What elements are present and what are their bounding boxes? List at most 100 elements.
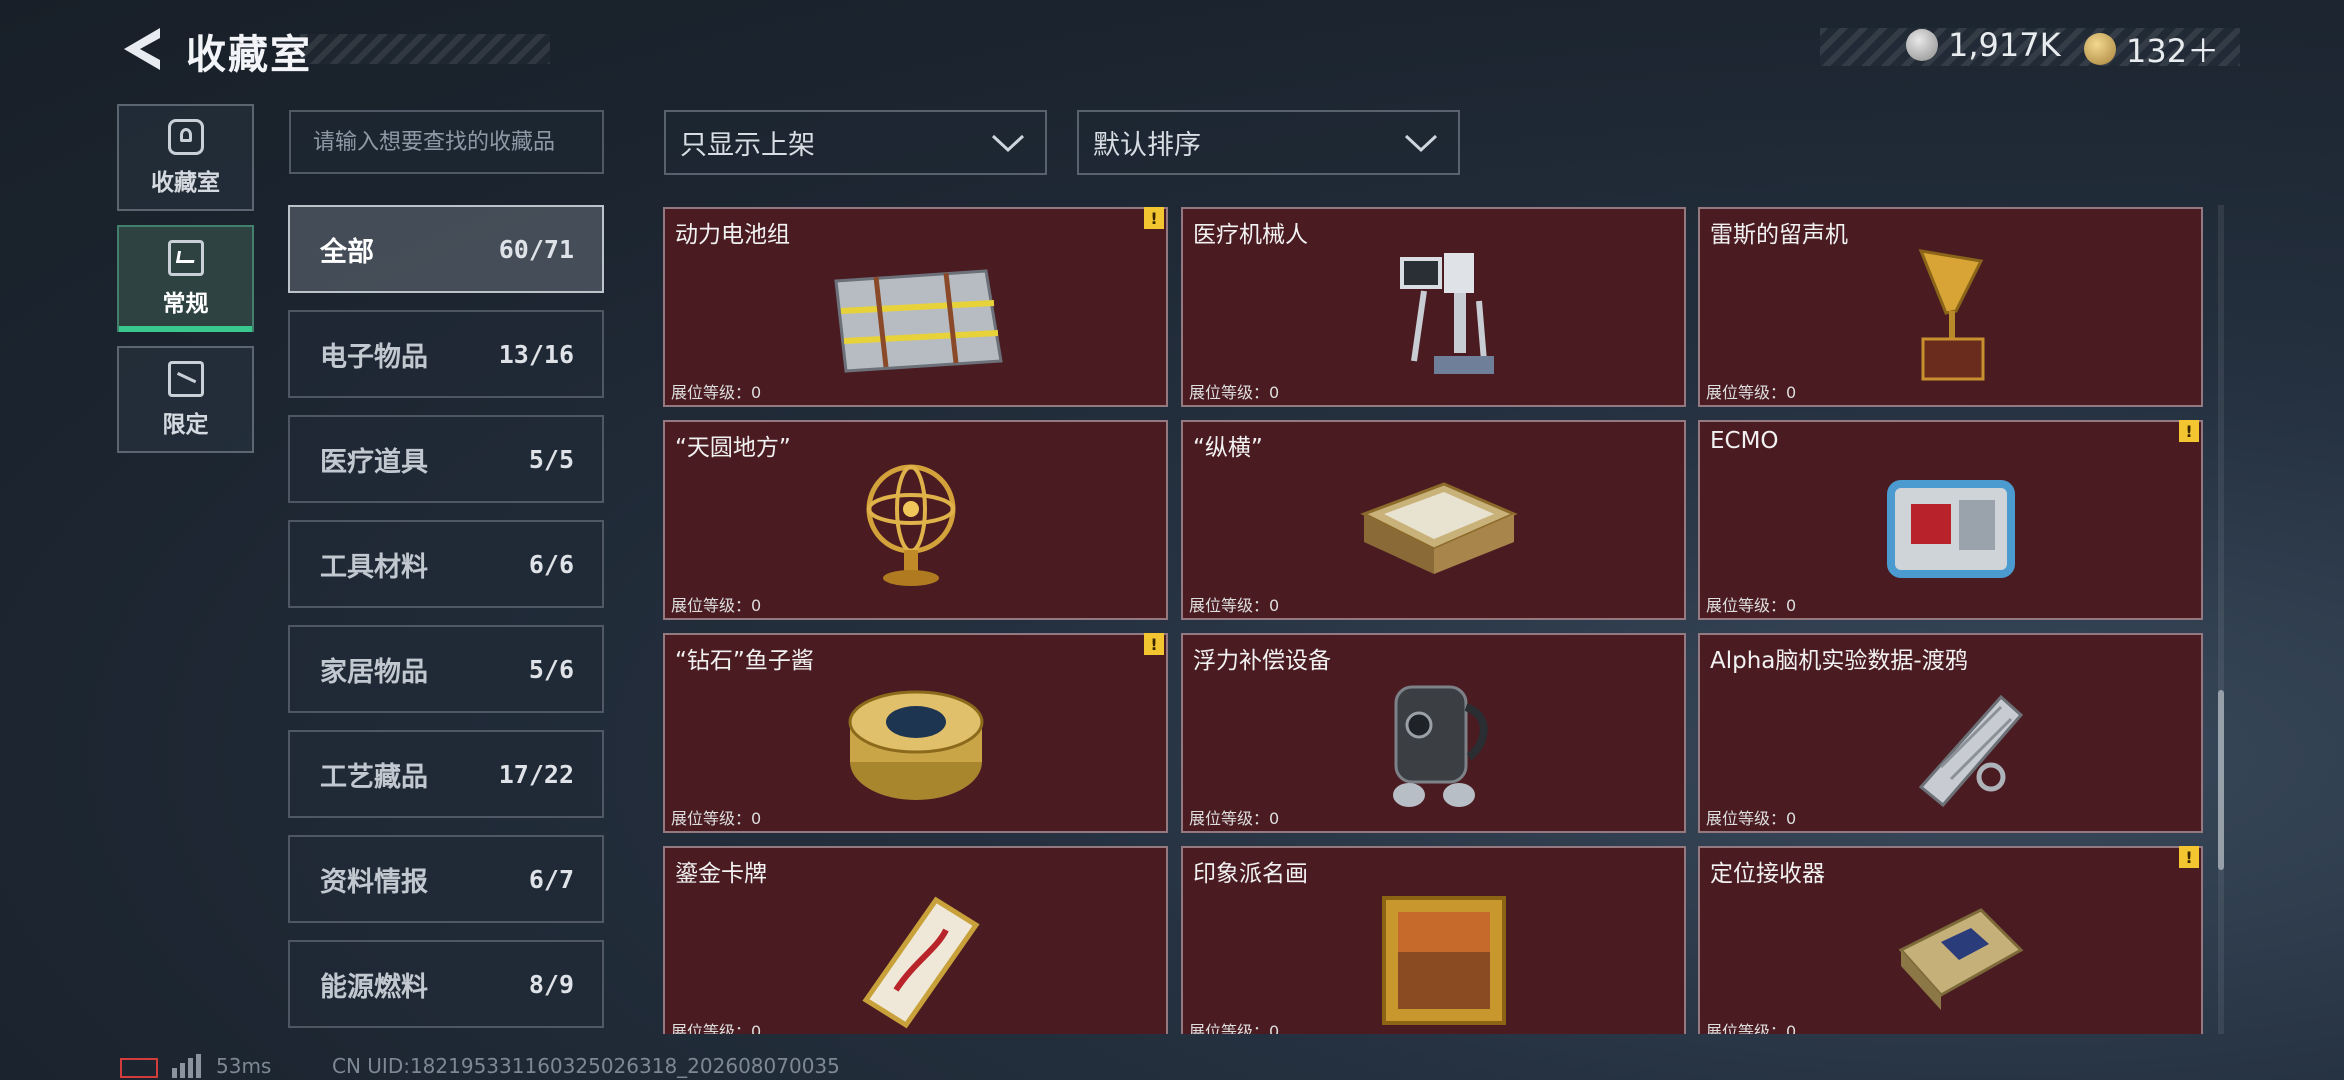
category-label: 能源燃料 bbox=[320, 971, 428, 1003]
silver-amount: 1,917K bbox=[1948, 26, 2061, 64]
category-energy[interactable]: 能源燃料 8/9 bbox=[288, 940, 604, 1028]
item-card[interactable]: 雷斯的留声机 展位等级：0 bbox=[1698, 207, 2203, 407]
display-level: 展位等级：0 bbox=[1706, 809, 1797, 828]
search-input[interactable] bbox=[289, 110, 604, 174]
locator-receiver-icon bbox=[1898, 908, 2023, 1010]
warning-icon: ! bbox=[2179, 420, 2199, 442]
category-count: 13/16 bbox=[498, 339, 574, 369]
display-level: 展位等级：0 bbox=[671, 596, 762, 615]
display-level: 展位等级：0 bbox=[1706, 596, 1797, 615]
item-name: 鎏金卡牌 bbox=[675, 861, 767, 887]
back-button[interactable] bbox=[112, 22, 172, 76]
chevron-down-icon bbox=[1404, 134, 1438, 152]
gilded-card-icon bbox=[861, 896, 980, 1029]
category-count: 17/22 bbox=[498, 759, 574, 789]
data-canister-icon bbox=[1918, 694, 2023, 808]
limited-icon bbox=[167, 360, 204, 397]
page-title: 收藏室 bbox=[186, 32, 312, 78]
category-count: 5/6 bbox=[528, 654, 574, 684]
chess-box-icon bbox=[1359, 482, 1518, 574]
category-medical[interactable]: 医疗道具 5/5 bbox=[288, 415, 604, 503]
silver-coin-icon bbox=[1906, 29, 1938, 61]
display-filter-value: 只显示上架 bbox=[680, 130, 815, 161]
caviar-tin-icon bbox=[848, 690, 983, 800]
armillary-sphere-icon bbox=[866, 464, 955, 586]
tab-limited[interactable]: 限定 bbox=[117, 346, 254, 453]
tab-collection[interactable]: 收藏室 bbox=[117, 104, 254, 211]
regular-icon bbox=[167, 239, 204, 276]
category-count: 60/71 bbox=[498, 234, 574, 264]
battery-icon bbox=[120, 1058, 158, 1078]
ping-text: 53ms bbox=[216, 1054, 272, 1078]
battery-pack-icon bbox=[833, 269, 1003, 373]
category-count: 6/7 bbox=[528, 864, 574, 894]
currency-silver: 1,917K bbox=[1906, 26, 2061, 64]
item-name: “纵横” bbox=[1193, 435, 1263, 461]
item-name: “天圆地方” bbox=[675, 435, 791, 461]
item-card[interactable]: Alpha脑机实验数据-渡鸦 展位等级：0 bbox=[1698, 633, 2203, 833]
item-card[interactable]: 鎏金卡牌 展位等级：0 bbox=[663, 846, 1168, 1034]
category-label: 工具材料 bbox=[320, 551, 428, 583]
item-card[interactable]: “纵横” 展位等级：0 bbox=[1181, 420, 1686, 620]
sort-dropdown[interactable]: 默认排序 bbox=[1077, 110, 1460, 175]
category-count: 5/5 bbox=[528, 444, 574, 474]
display-level: 展位等级：0 bbox=[671, 383, 762, 402]
scrollbar-track[interactable] bbox=[2218, 205, 2224, 1034]
item-name: “钻石”鱼子酱 bbox=[675, 648, 814, 674]
category-label: 全部 bbox=[320, 236, 374, 268]
tab-regular[interactable]: 常规 bbox=[117, 225, 254, 332]
category-label: 工艺藏品 bbox=[320, 761, 428, 793]
item-name: 浮力补偿设备 bbox=[1193, 648, 1331, 674]
category-tools[interactable]: 工具材料 6/6 bbox=[288, 520, 604, 608]
category-label: 资料情报 bbox=[320, 866, 428, 898]
item-name: 雷斯的留声机 bbox=[1710, 222, 1848, 248]
category-crafts[interactable]: 工艺藏品 17/22 bbox=[288, 730, 604, 818]
item-grid: 动力电池组 展位等级：0 ! 医疗机械人 展位等级：0 雷斯的留声机 展位等级：… bbox=[660, 205, 2205, 1034]
warning-icon: ! bbox=[2179, 846, 2199, 868]
chevron-down-icon bbox=[991, 134, 1025, 152]
item-card[interactable]: 印象派名画 展位等级：0 bbox=[1181, 846, 1686, 1034]
back-arrow-icon bbox=[124, 28, 160, 70]
medical-robot-icon bbox=[1399, 253, 1494, 374]
category-label: 家居物品 bbox=[320, 656, 428, 688]
item-card[interactable]: 医疗机械人 展位等级：0 bbox=[1181, 207, 1686, 407]
category-intel[interactable]: 资料情报 6/7 bbox=[288, 835, 604, 923]
category-count: 8/9 bbox=[528, 969, 574, 999]
display-level: 展位等级：0 bbox=[1706, 1022, 1797, 1034]
item-card[interactable]: 动力电池组 展位等级：0 ! bbox=[663, 207, 1168, 407]
scrollbar-thumb[interactable] bbox=[2218, 690, 2224, 870]
display-filter-dropdown[interactable]: 只显示上架 bbox=[664, 110, 1047, 175]
currency-gold[interactable]: 132＋ bbox=[2084, 26, 2219, 72]
item-name: 定位接收器 bbox=[1710, 861, 1825, 887]
item-name: 印象派名画 bbox=[1193, 861, 1308, 887]
item-name: 医疗机械人 bbox=[1193, 222, 1308, 248]
category-count: 6/6 bbox=[528, 549, 574, 579]
tab-collection-label: 收藏室 bbox=[151, 169, 220, 196]
item-card[interactable]: ECMO 展位等级：0 ! bbox=[1698, 420, 2203, 620]
gramophone-icon bbox=[1918, 249, 1984, 381]
category-all[interactable]: 全部 60/71 bbox=[288, 205, 604, 293]
tab-regular-label: 常规 bbox=[162, 290, 209, 317]
sort-value: 默认排序 bbox=[1093, 130, 1201, 161]
display-level: 展位等级：0 bbox=[671, 809, 762, 828]
warning-icon: ! bbox=[1144, 207, 1164, 229]
display-level: 展位等级：0 bbox=[1706, 383, 1797, 402]
gold-amount: 132＋ bbox=[2126, 32, 2220, 70]
item-card[interactable]: 定位接收器 展位等级：0 ! bbox=[1698, 846, 2203, 1034]
item-card[interactable]: “钻石”鱼子酱 展位等级：0 ! bbox=[663, 633, 1168, 833]
collection-icon bbox=[167, 118, 204, 155]
ecmo-machine-icon bbox=[1886, 480, 2015, 578]
buoyancy-device-icon bbox=[1392, 685, 1488, 807]
active-tab-indicator bbox=[119, 326, 252, 332]
category-electronics[interactable]: 电子物品 13/16 bbox=[288, 310, 604, 398]
display-level: 展位等级：0 bbox=[1189, 383, 1280, 402]
display-level: 展位等级：0 bbox=[1189, 1022, 1280, 1034]
category-household[interactable]: 家居物品 5/6 bbox=[288, 625, 604, 713]
item-card[interactable]: 浮力补偿设备 展位等级：0 bbox=[1181, 633, 1686, 833]
display-level: 展位等级：0 bbox=[1189, 596, 1280, 615]
item-card[interactable]: “天圆地方” 展位等级：0 bbox=[663, 420, 1168, 620]
display-level: 展位等级：0 bbox=[1189, 809, 1280, 828]
display-level: 展位等级：0 bbox=[671, 1022, 762, 1034]
uid-text: CN UID:1821953311603250263​18_2026080700… bbox=[332, 1054, 840, 1078]
gold-coin-icon bbox=[2084, 33, 2116, 65]
